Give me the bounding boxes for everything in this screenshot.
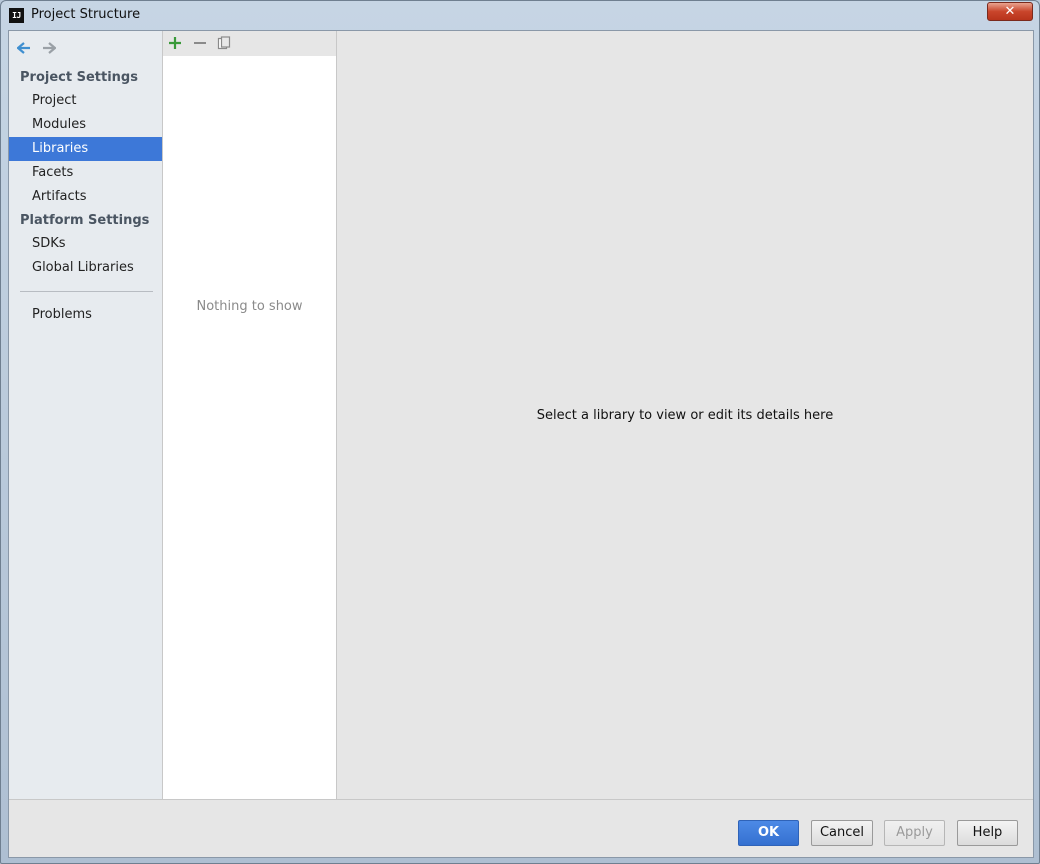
nav-item-global-libraries[interactable]: Global Libraries xyxy=(9,256,162,280)
library-details-panel: Select a library to view or edit its det… xyxy=(337,31,1033,799)
apply-button[interactable]: Apply xyxy=(884,820,945,846)
list-toolbar xyxy=(163,31,336,56)
dialog-content: Project Settings Project Modules Librari… xyxy=(8,30,1034,858)
details-placeholder: Select a library to view or edit its det… xyxy=(536,408,834,423)
nav-item-libraries[interactable]: Libraries xyxy=(9,137,162,161)
window-title: Project Structure xyxy=(31,7,141,22)
footer-divider xyxy=(9,799,1033,800)
nav-item-facets[interactable]: Facets xyxy=(9,161,162,185)
cancel-button[interactable]: Cancel xyxy=(811,820,873,846)
nav-item-problems[interactable]: Problems xyxy=(9,303,162,327)
forward-arrow-icon[interactable] xyxy=(42,41,56,55)
help-button[interactable]: Help xyxy=(957,820,1018,846)
add-icon[interactable] xyxy=(168,36,182,50)
empty-list-message: Nothing to show xyxy=(196,299,303,314)
group-platform-settings: Platform Settings xyxy=(20,213,150,228)
remove-icon[interactable] xyxy=(193,36,207,50)
libraries-list-panel: Nothing to show xyxy=(163,31,337,799)
nav-divider xyxy=(20,291,153,292)
nav-item-modules[interactable]: Modules xyxy=(9,113,162,137)
back-arrow-icon[interactable] xyxy=(17,41,31,55)
settings-navigation: Project Settings Project Modules Librari… xyxy=(9,31,163,799)
close-window-button[interactable]: ✕ xyxy=(987,2,1033,21)
nav-item-artifacts[interactable]: Artifacts xyxy=(9,185,162,209)
ok-button[interactable]: OK xyxy=(738,820,799,846)
nav-item-sdks[interactable]: SDKs xyxy=(9,232,162,256)
copy-icon[interactable] xyxy=(217,36,231,50)
title-bar[interactable]: IJ Project Structure ✕ xyxy=(1,1,1039,30)
group-project-settings: Project Settings xyxy=(20,70,138,85)
project-structure-dialog: IJ Project Structure ✕ Project Settings … xyxy=(0,0,1040,864)
nav-item-project[interactable]: Project xyxy=(9,89,162,113)
intellij-app-icon: IJ xyxy=(9,8,24,23)
